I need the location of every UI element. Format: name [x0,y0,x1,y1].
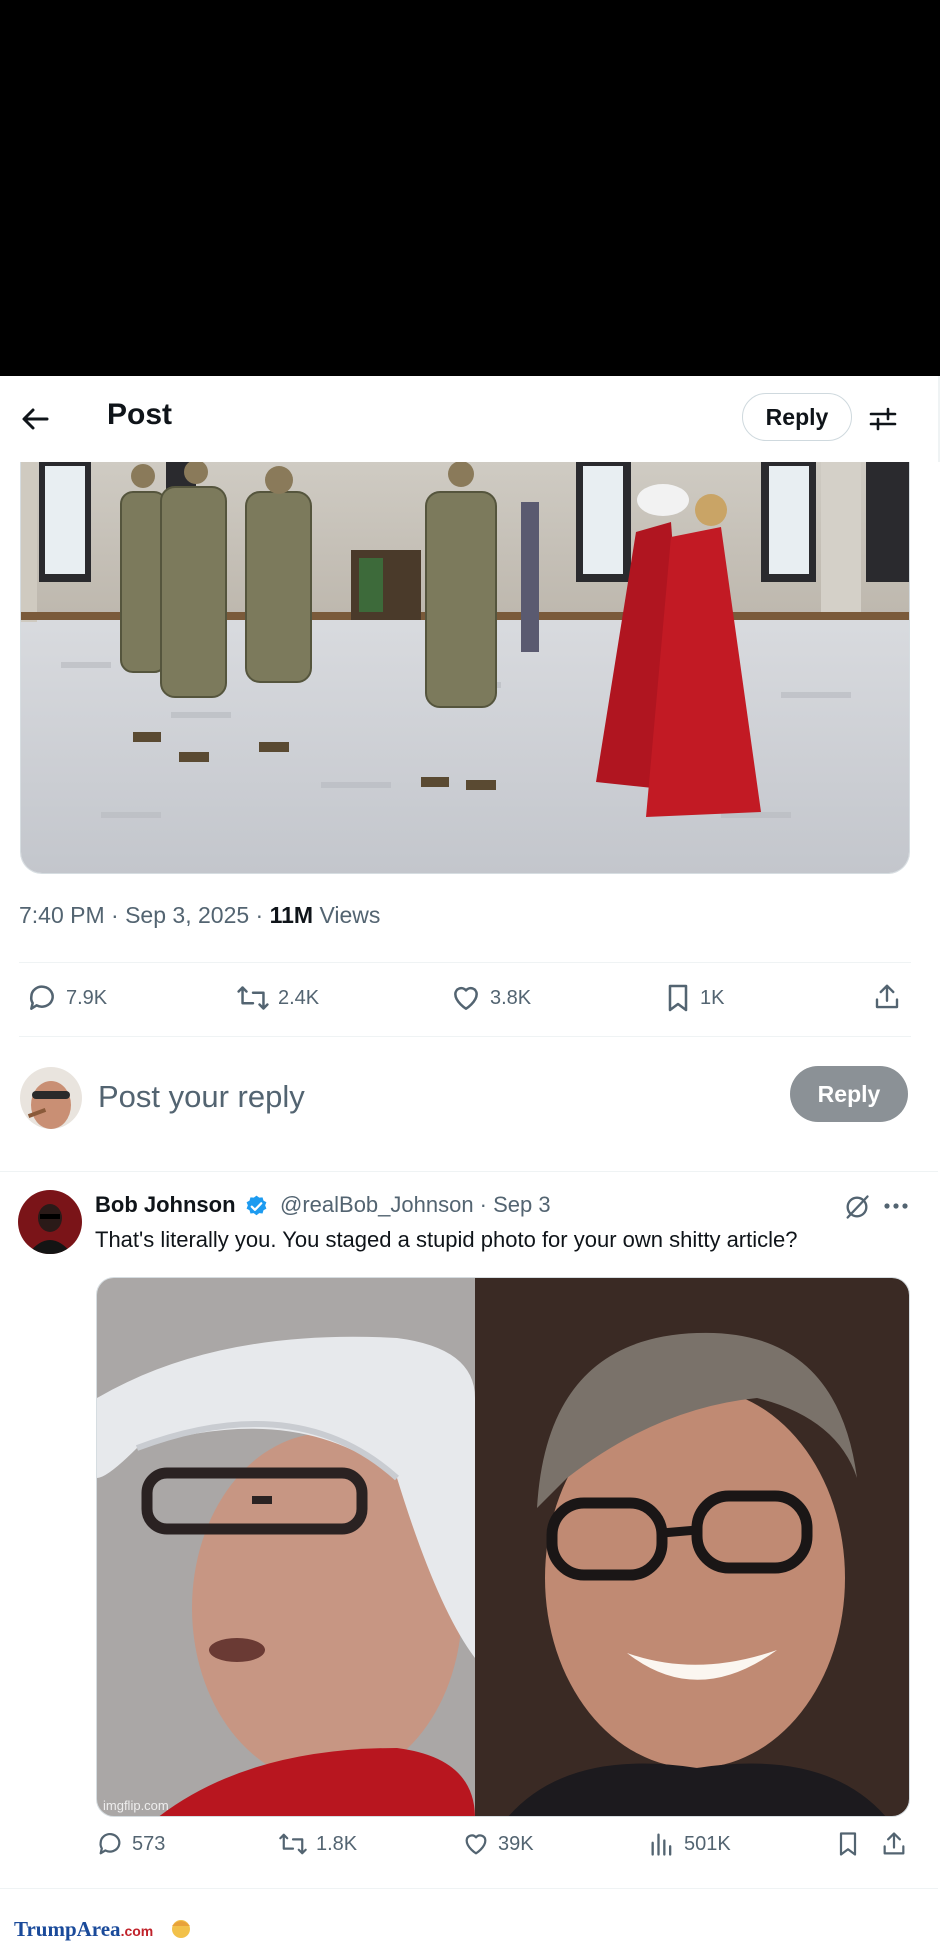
reply-comment-action[interactable]: 573 [96,1830,165,1858]
settings-sliders-icon [869,407,897,431]
header-reply-button[interactable]: Reply [742,393,852,441]
reply-count: 7.9K [66,986,108,1009]
share-icon [875,984,899,1009]
divider [19,962,911,963]
reply-repost-count: 1.8K [316,1832,358,1855]
comparison-photo-illustration: imgflip.com [97,1278,909,1816]
post-photo-illustration [21,462,909,873]
back-button[interactable] [18,402,52,436]
imgflip-watermark: imgflip.com [103,1798,169,1813]
like-count: 3.8K [490,986,532,1009]
reply-author-handle[interactable]: @realBob_Johnson · Sep 3 [280,1192,551,1218]
divider [0,1171,938,1172]
bookmark-count: 1K [700,986,725,1009]
reply-repost-action[interactable]: 1.8K [278,1830,357,1858]
bookmark-icon [839,1832,857,1856]
grok-icon [846,1195,869,1219]
reply-text: That's literally you. You staged a stupi… [95,1227,798,1252]
repost-icon [279,1833,307,1855]
views-bar-icon [651,1833,672,1856]
back-arrow-icon [22,408,49,430]
repost-count: 2.4K [278,986,320,1009]
post-timestamp: 7:40 PM · Sep 3, 2025 · [19,902,270,928]
grok-button[interactable] [843,1193,871,1221]
post-timestamp-views: 7:40 PM · Sep 3, 2025 · 11M Views [19,902,380,929]
heart-icon [465,1834,487,1855]
reply-views-action[interactable]: 501K [648,1830,731,1858]
like-action[interactable]: 3.8K [450,982,531,1014]
reply-author-avatar[interactable] [18,1190,82,1254]
post-views-count: 11M [269,902,314,928]
reply-share-action[interactable] [880,1830,908,1858]
divider [0,1888,938,1889]
heart-icon [454,986,478,1010]
mascot-icon [172,1920,191,1938]
verified-badge-icon [244,1194,269,1219]
comment-icon [29,985,54,1010]
share-action[interactable] [872,982,902,1012]
trumparea-logo: TrumpArea.com [14,1916,193,1942]
more-icon [884,1203,908,1209]
share-icon [883,1832,905,1855]
reply-bookmark-action[interactable] [836,1830,860,1858]
post-views-label: Views [313,902,381,928]
reply-views-count: 501K [684,1832,731,1855]
page-title: Post [107,398,173,431]
reply-action[interactable]: 7.9K [26,982,107,1014]
reply-like-action[interactable]: 39K [462,1830,534,1858]
reply-comment-count: 573 [132,1832,166,1855]
post-media-image[interactable] [20,462,910,874]
footer-brand-suffix: .com [120,1923,154,1939]
settings-button[interactable] [866,402,900,436]
divider [19,1036,911,1037]
bookmark-icon [668,984,688,1012]
bookmark-action[interactable]: 1K [664,982,724,1014]
avatar-image [18,1190,82,1254]
avatar-image [20,1067,82,1129]
reply-submit-button[interactable]: Reply [790,1066,908,1122]
reply-author-name[interactable]: Bob Johnson [95,1192,236,1218]
current-user-avatar[interactable] [20,1067,82,1129]
repost-action[interactable]: 2.4K [236,982,319,1014]
footer-brand: TrumpArea [14,1917,121,1941]
reply-like-count: 39K [498,1832,534,1855]
reply-media-image[interactable]: imgflip.com [96,1277,910,1817]
reply-input[interactable] [98,1075,658,1119]
repost-icon [237,986,269,1010]
comment-icon [99,1832,121,1855]
more-options-button[interactable] [882,1196,910,1216]
black-top-band [0,0,940,376]
